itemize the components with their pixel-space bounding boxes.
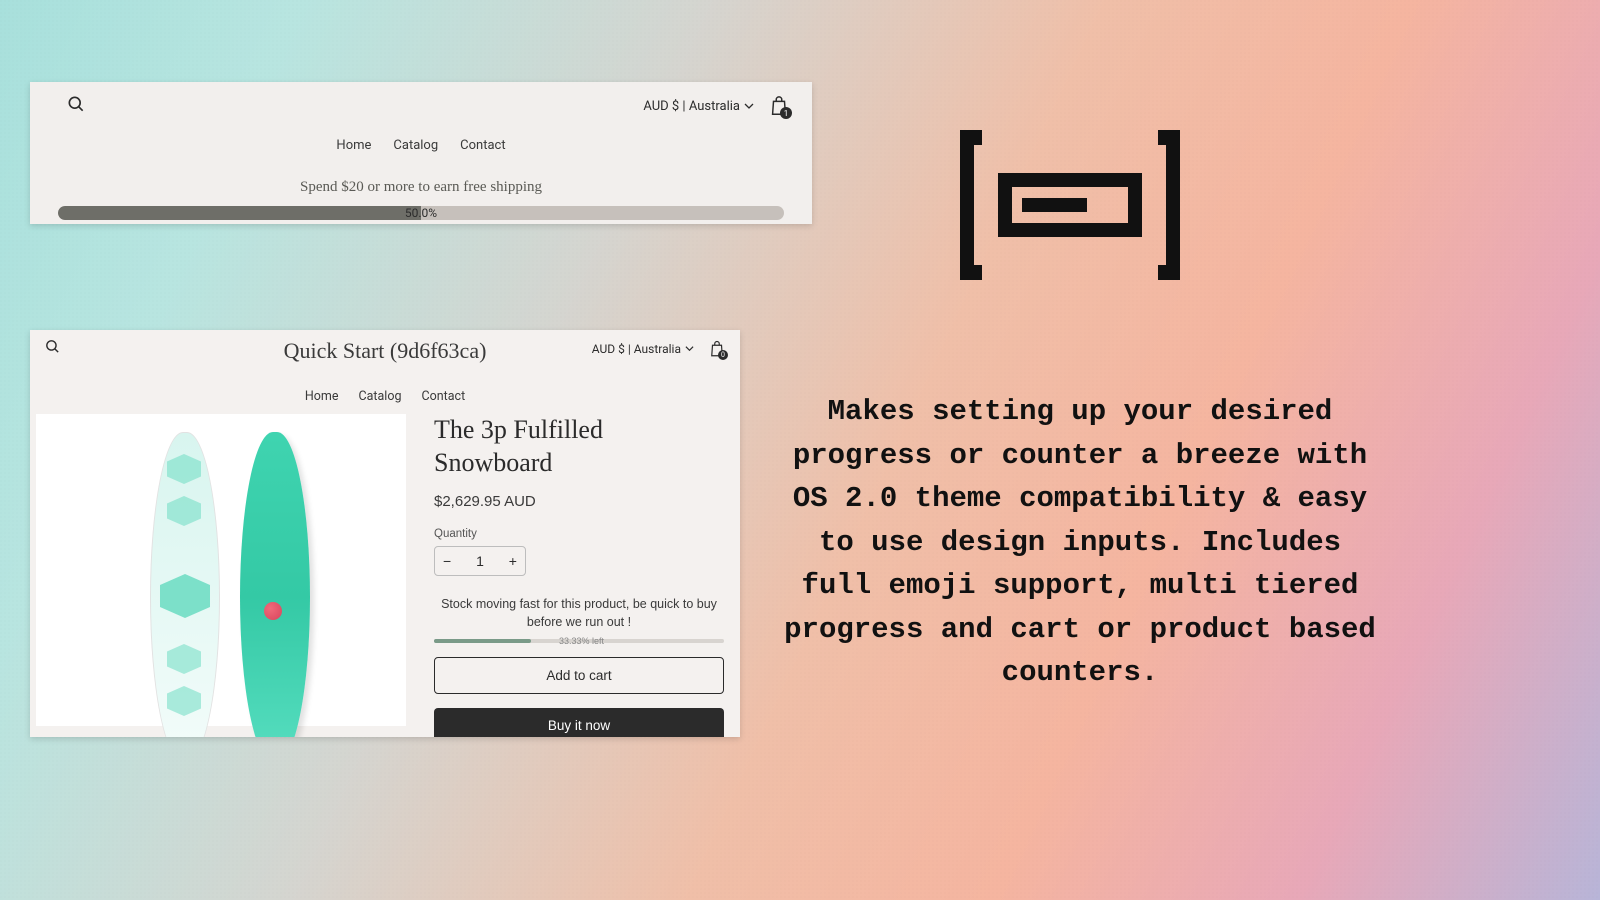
quantity-label: Quantity: [434, 528, 724, 540]
search-icon[interactable]: [66, 94, 86, 118]
free-shipping-banner: Spend $20 or more to earn free shipping: [30, 179, 812, 196]
product-price: $2,629.95 AUD: [434, 493, 724, 510]
progress-bar: 50.0%: [58, 206, 784, 220]
screenshot-product-page: Quick Start (9d6f63ca) AUD $ | Australia…: [30, 330, 740, 737]
product-title: The 3p Fulfilled Snowboard: [434, 414, 724, 479]
nav-catalog[interactable]: Catalog: [358, 389, 401, 404]
cart-count-badge: 1: [780, 107, 792, 119]
stock-message: Stock moving fast for this product, be q…: [434, 596, 724, 631]
cart-button[interactable]: 0: [708, 340, 726, 358]
currency-selector[interactable]: AUD $ | Australia: [592, 342, 694, 356]
quantity-increase-button[interactable]: +: [509, 553, 517, 569]
nav-home[interactable]: Home: [305, 389, 339, 404]
add-to-cart-button[interactable]: Add to cart: [434, 657, 724, 694]
currency-label: AUD $ | Australia: [643, 99, 740, 114]
main-nav: Home Catalog Contact: [30, 389, 740, 404]
nav-home[interactable]: Home: [336, 138, 371, 153]
chevron-down-icon: [685, 344, 694, 353]
chevron-down-icon: [744, 101, 754, 111]
site-title[interactable]: Quick Start (9d6f63ca): [284, 338, 487, 364]
stock-progress-fill: [434, 639, 531, 643]
stock-progress-text: 33.33% left: [559, 636, 604, 646]
search-icon[interactable]: [44, 338, 61, 359]
currency-selector[interactable]: AUD $ | Australia: [643, 99, 754, 114]
main-nav: Home Catalog Contact: [30, 138, 812, 153]
cart-button[interactable]: 1: [768, 95, 790, 117]
progress-bar-fill: [58, 206, 421, 220]
progress-bar-label: 50.0%: [405, 206, 437, 220]
nav-contact[interactable]: Contact: [421, 389, 465, 404]
buy-now-button[interactable]: Buy it now: [434, 708, 724, 737]
app-logo-icon: [960, 130, 1180, 280]
product-image: [36, 414, 406, 726]
stock-progress-bar: 33.33% left: [434, 639, 724, 643]
currency-label: AUD $ | Australia: [592, 342, 681, 356]
marketing-copy: Makes setting up your desired progress o…: [780, 390, 1380, 695]
quantity-decrease-button[interactable]: −: [443, 553, 451, 569]
nav-contact[interactable]: Contact: [460, 138, 505, 153]
quantity-value: 1: [476, 553, 484, 569]
screenshot-progress-banner: AUD $ | Australia 1 Home Catalog Contact…: [30, 82, 812, 224]
cart-count-badge: 0: [718, 350, 728, 360]
quantity-stepper: − 1 +: [434, 546, 526, 576]
nav-catalog[interactable]: Catalog: [393, 138, 438, 153]
